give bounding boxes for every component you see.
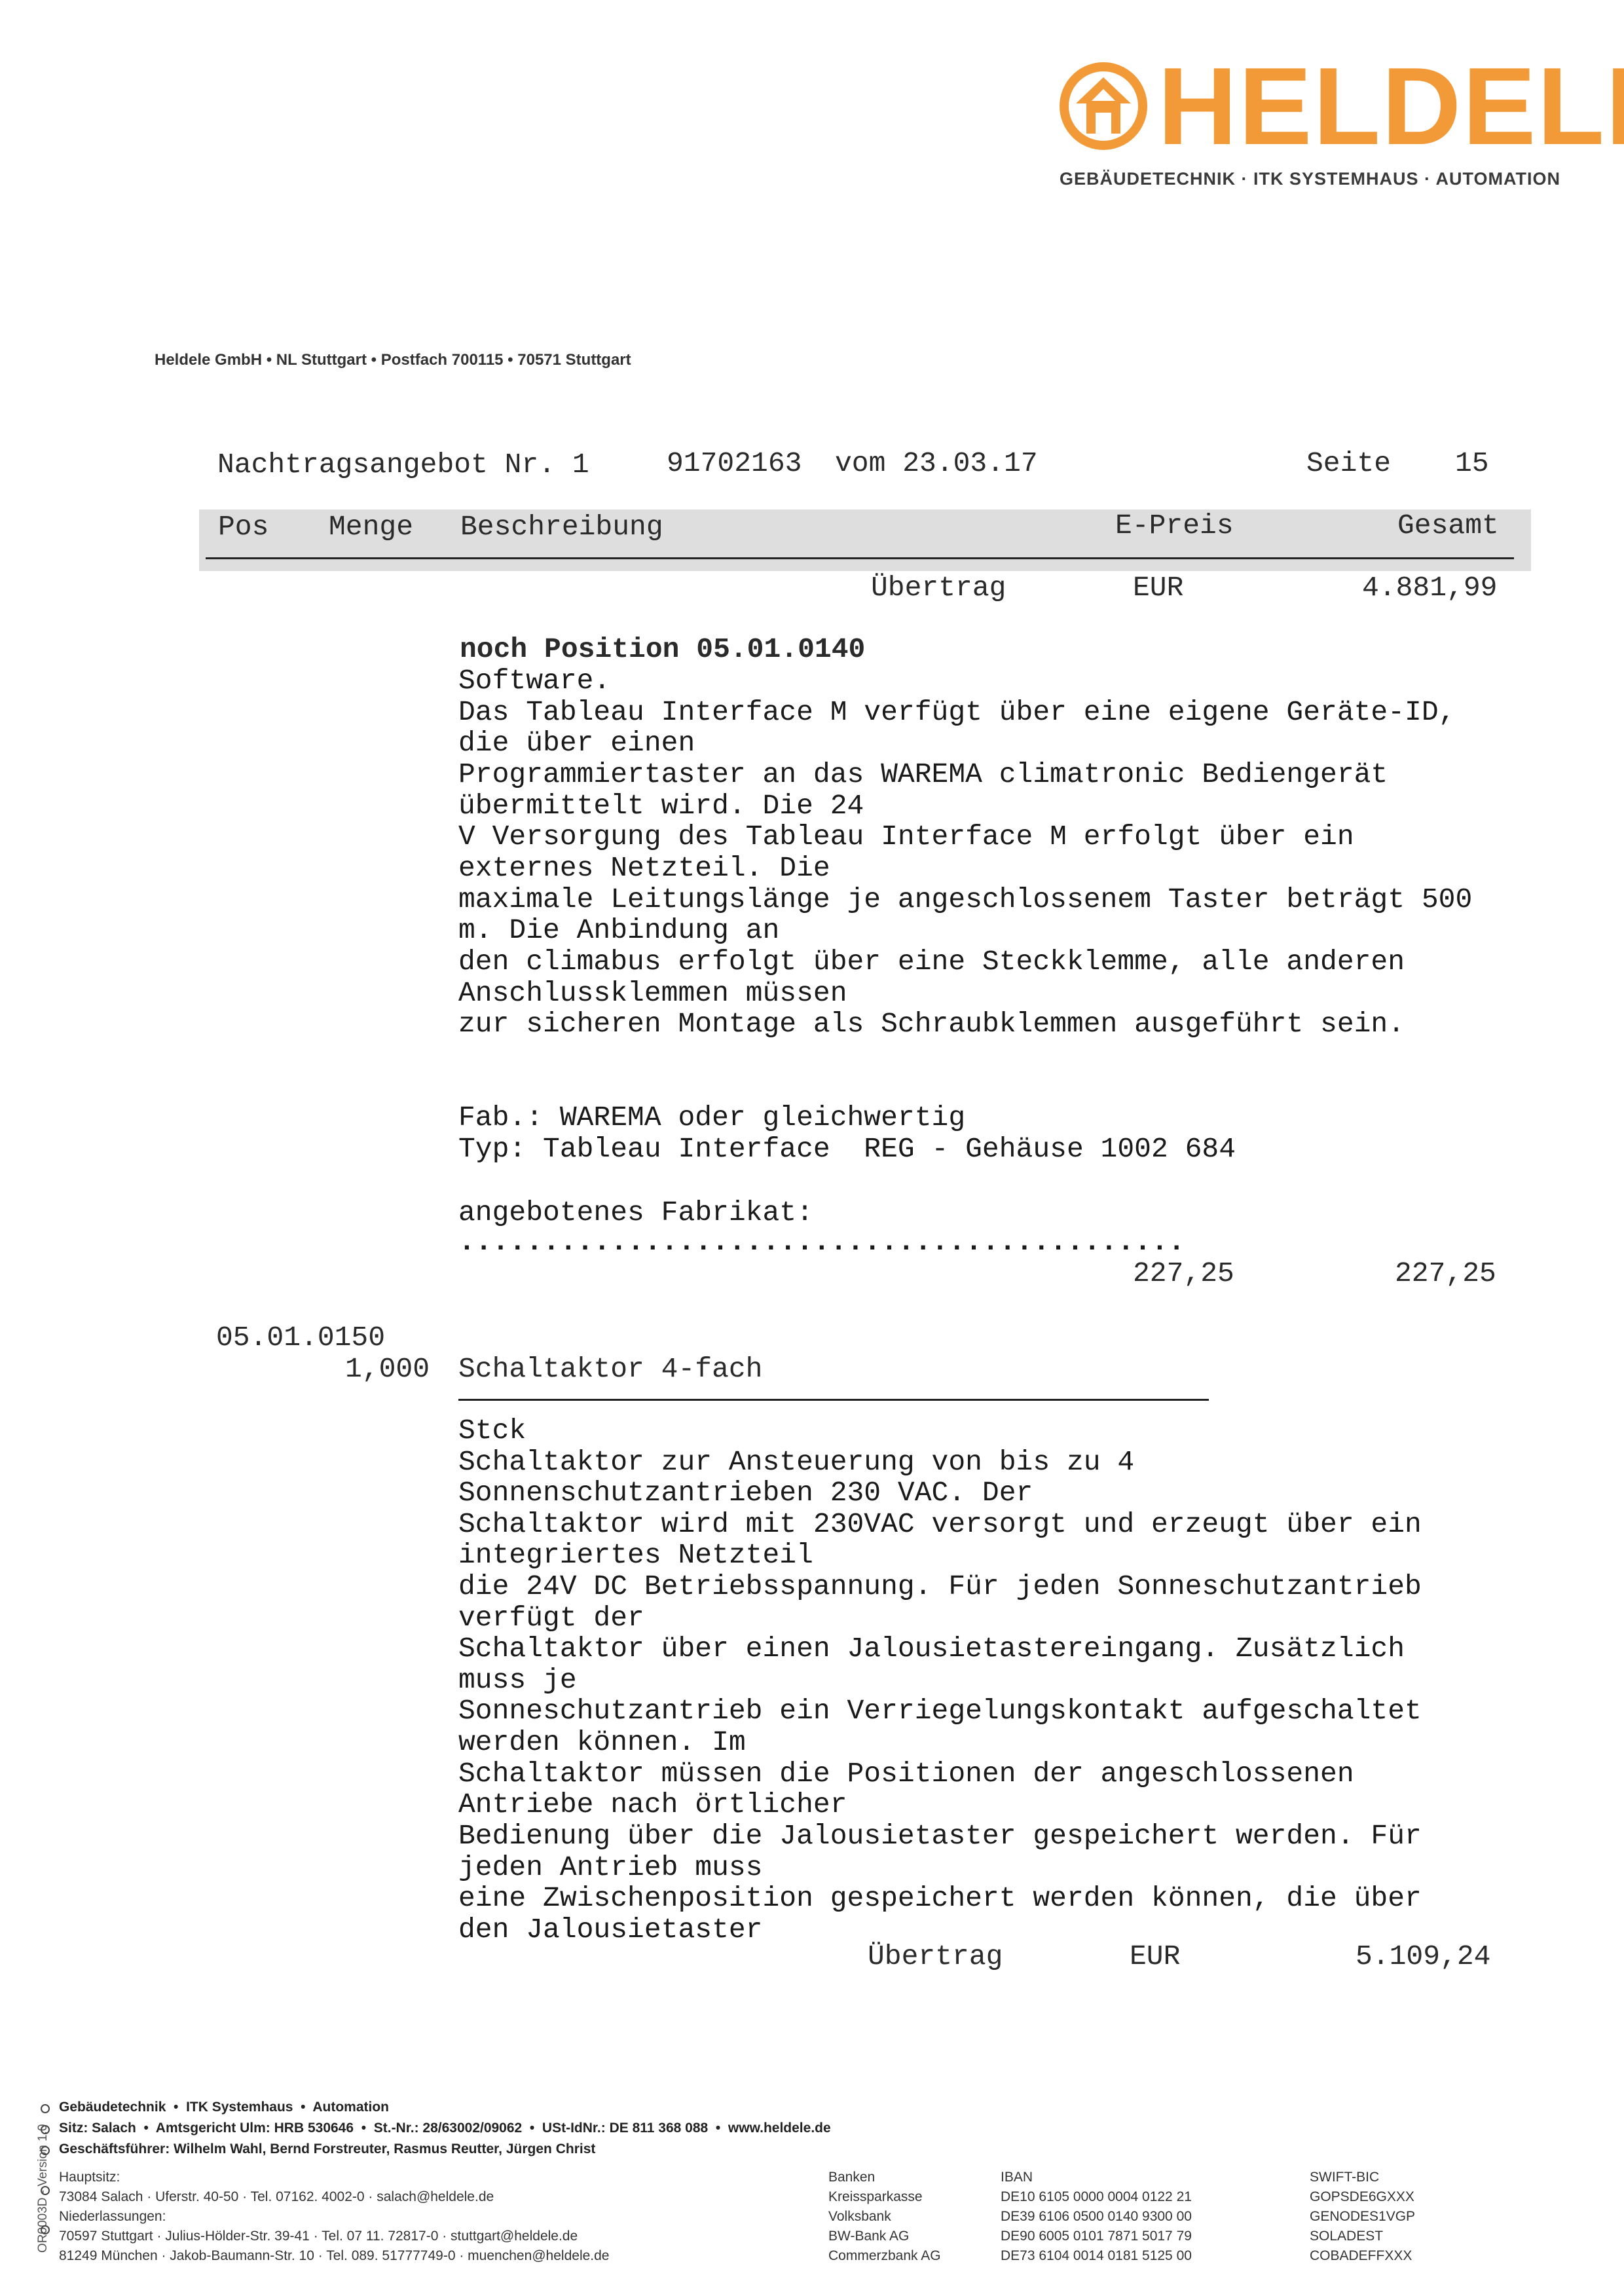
manufacturer-line: Fab.: WAREMA oder gleichwertig: [458, 1102, 966, 1134]
description-line: Anschlussklemmen müssen: [458, 977, 847, 1009]
page-number: 15: [1455, 447, 1489, 479]
line-total: 227,25: [1395, 1257, 1496, 1289]
position-name: Schaltaktor 4-fach: [458, 1353, 763, 1385]
type-line: Typ: Tableau Interface REG - Gehäuse 100…: [458, 1133, 1236, 1165]
description-line: werden können. Im: [458, 1726, 746, 1758]
bank-name: Kreissparkasse: [828, 2189, 923, 2204]
offered-product-fill-line: ........................................…: [458, 1226, 1185, 1258]
description-line: Antriebe nach örtlicher: [458, 1788, 847, 1821]
description-line: maximale Leitungslänge je angeschlossene…: [458, 883, 1473, 916]
description-line: Schaltaktor wird mit 230VAC versorgt und…: [458, 1508, 1422, 1540]
brand-name: HELDELE: [1158, 45, 1624, 168]
bank-bic: COBADEFFXXX: [1310, 2248, 1412, 2263]
offered-product-label: angebotenes Fabrikat:: [458, 1196, 813, 1229]
description-line: die über einen: [458, 727, 695, 759]
description-line: V Versorgung des Tableau Interface M erf…: [458, 821, 1354, 853]
bank-header-bic: SWIFT-BIC: [1310, 2170, 1380, 2185]
unit-price: 227,25: [1133, 1257, 1234, 1289]
bullet-circle-icon: [41, 2125, 50, 2134]
carry-out-label: Übertrag: [868, 1940, 1003, 1972]
description-line: Bedienung über die Jalousietaster gespei…: [458, 1820, 1422, 1852]
description-line: Schaltaktor über einen Jalousietasterein…: [458, 1633, 1405, 1665]
document-title: Nachtragsangebot Nr. 1: [217, 449, 589, 481]
position-number: 05.01.0150: [216, 1322, 386, 1354]
bullet-circle-icon: [41, 2186, 50, 2195]
col-header-menge: Menge: [329, 511, 414, 543]
document-number: 91702163: [667, 447, 802, 479]
hq-address: 73084 Salach · Uferstr. 40-50 · Tel. 071…: [59, 2189, 494, 2204]
carry-in-amount: 4.881,99: [1362, 572, 1498, 604]
page-label: Seite: [1306, 447, 1392, 479]
col-header-beschreibung: Beschreibung: [460, 511, 663, 543]
bank-bic: GOPSDE6GXXX: [1310, 2189, 1414, 2204]
bullet-circle-icon: [41, 2146, 50, 2155]
description-line: m. Die Anbindung an: [458, 914, 780, 946]
description-line: integriertes Netzteil: [458, 1539, 813, 1571]
description-line: Das Tableau Interface M verfügt über ein…: [458, 696, 1456, 728]
description-line: Programmiertaster an das WAREMA climatro…: [458, 758, 1388, 790]
carry-out-amount: 5.109,24: [1356, 1940, 1491, 1972]
footer-line-1: Gebäudetechnik • ITK Systemhaus • Automa…: [59, 2100, 390, 2115]
branch-muenchen: 81249 München · Jakob-Baumann-Str. 10 · …: [59, 2248, 610, 2263]
description-line: den climabus erfolgt über eine Steckklem…: [458, 946, 1405, 978]
sender-address-line: Heldele GmbH • NL Stuttgart • Postfach 7…: [155, 351, 631, 369]
description-line: den Jalousietaster: [458, 1914, 763, 1946]
bank-name: Volksbank: [828, 2209, 891, 2224]
description-line: Sonnenschutzantrieben 230 VAC. Der: [458, 1477, 1033, 1509]
bank-iban: DE10 6105 0000 0004 0122 21: [1001, 2189, 1192, 2204]
bank-header-name: Banken: [828, 2170, 876, 2185]
col-header-gesamt: Gesamt: [1397, 509, 1499, 542]
hq-label: Hauptsitz:: [59, 2170, 120, 2185]
branches-label: Niederlassungen:: [59, 2209, 166, 2224]
description-line: eine Zwischenposition gespeichert werden…: [458, 1882, 1422, 1914]
bank-iban: DE73 6104 0014 0181 5125 00: [1001, 2248, 1192, 2263]
description-line: zur sicheren Montage als Schraubklemmen …: [458, 1008, 1405, 1040]
description-line: Schaltaktor zur Ansteuerung von bis zu 4: [458, 1446, 1135, 1478]
carry-out-currency: EUR: [1130, 1940, 1181, 1972]
heldele-logo-icon: [1060, 62, 1147, 150]
description-line: Schaltaktor müssen die Positionen der an…: [458, 1758, 1354, 1790]
description-line: übermittelt wird. Die 24: [458, 790, 864, 822]
brand-tagline: GEBÄUDETECHNIK · ITK SYSTEMHAUS · AUTOMA…: [1060, 169, 1560, 189]
bank-name: Commerzbank AG: [828, 2248, 941, 2263]
description-line: muss je: [458, 1664, 577, 1696]
position-unit: Stck: [458, 1415, 526, 1447]
bullet-circle-icon: [41, 2104, 50, 2113]
description-line: jeden Antrieb muss: [458, 1851, 763, 1883]
carry-in-label: Übertrag: [871, 572, 1006, 604]
description-line: verfügt der: [458, 1602, 644, 1634]
bank-bic: SOLADEST: [1310, 2229, 1384, 2244]
description-line: die 24V DC Betriebsspannung. Für jeden S…: [458, 1570, 1422, 1602]
position-name-rule: [458, 1399, 1209, 1401]
description-line: Sonneschutzantrieb ein Verriegelungskont…: [458, 1695, 1422, 1727]
document-date: vom 23.03.17: [835, 447, 1038, 479]
position-heading: noch Position 05.01.0140: [460, 633, 866, 665]
bank-bic: GENODES1VGP: [1310, 2209, 1416, 2224]
branch-stuttgart: 70597 Stuttgart · Julius-Hölder-Str. 39-…: [59, 2229, 578, 2244]
description-line: externes Netzteil. Die: [458, 852, 830, 884]
bank-iban: DE39 6106 0500 0140 9300 00: [1001, 2209, 1192, 2224]
carry-in-currency: EUR: [1133, 572, 1184, 604]
col-header-pos: Pos: [218, 511, 269, 543]
bullet-circle-icon: [41, 2225, 50, 2234]
header-rule: [206, 557, 1514, 559]
col-header-epreis: E-Preis: [1115, 509, 1234, 542]
bank-name: BW-Bank AG: [828, 2229, 910, 2244]
bank-header-iban: IBAN: [1001, 2170, 1033, 2185]
footer-line-2: Sitz: Salach • Amtsgericht Ulm: HRB 5306…: [59, 2120, 831, 2136]
footer-line-3: Geschäftsführer: Wilhelm Wahl, Bernd For…: [59, 2141, 596, 2157]
description-line: Software.: [458, 665, 611, 697]
position-quantity: 1,000: [345, 1353, 430, 1385]
bank-iban: DE90 6005 0101 7871 5017 79: [1001, 2229, 1192, 2244]
